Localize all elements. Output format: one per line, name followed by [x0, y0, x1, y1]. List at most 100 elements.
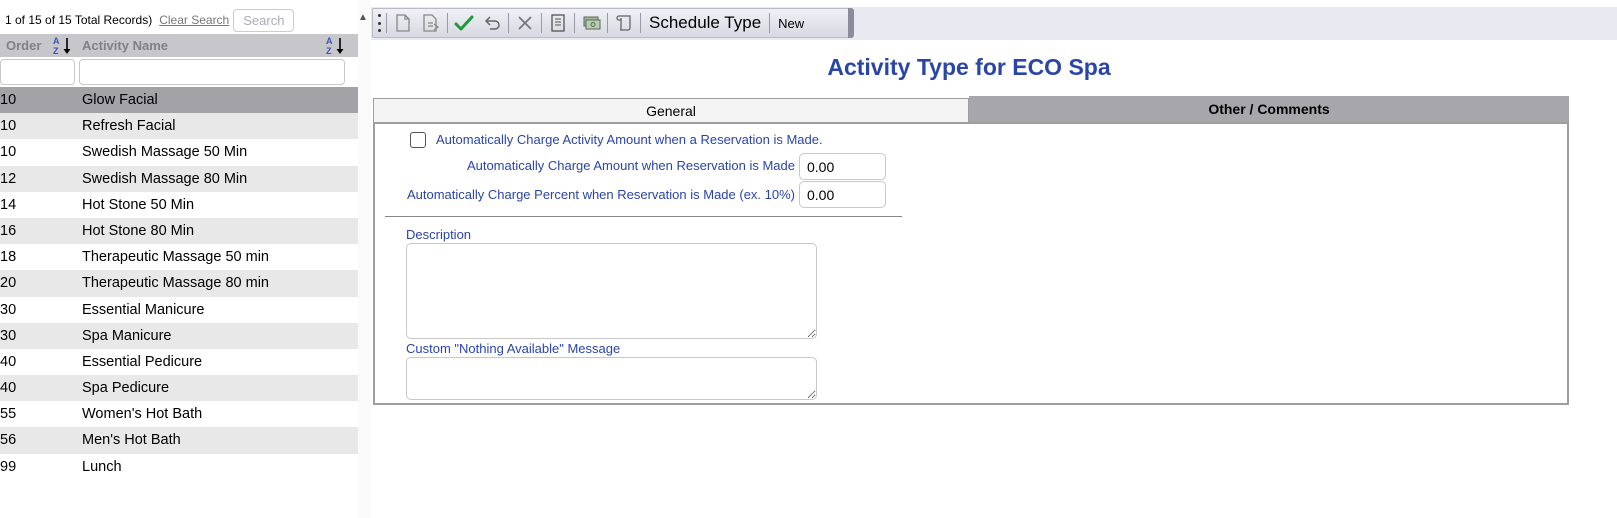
toolbar-end-cap: [848, 8, 854, 38]
row-order: 16: [0, 222, 17, 239]
page-title: Activity Type for ECO Spa: [827, 54, 1111, 80]
copy-document-button[interactable]: [417, 10, 445, 36]
table-row[interactable]: 18 Therapeutic Massage 50 min: [0, 244, 358, 270]
table-row[interactable]: 16 Hot Stone 80 Min: [0, 217, 358, 245]
toolbar: Schedule Type New: [372, 8, 850, 38]
order-filter-input[interactable]: [0, 59, 75, 85]
scroll-button[interactable]: [610, 10, 638, 36]
row-activity-name: Refresh Facial: [82, 118, 176, 135]
row-activity-name: Hot Stone 80 Min: [82, 222, 195, 239]
record-count: 1 of 15 of 15 Total Records): [5, 13, 153, 27]
toolbar-separator: [769, 13, 771, 33]
toolbar-separator: [508, 13, 509, 33]
row-order: 18: [0, 249, 17, 266]
toolbar-separator: [541, 13, 542, 33]
activity-list-panel: 1 of 15 of 15 Total Records) Clear Searc…: [0, 0, 358, 518]
row-order: 10: [0, 144, 17, 161]
table-row[interactable]: 56 Men's Hot Bath: [0, 427, 358, 454]
svg-text:A: A: [326, 36, 333, 46]
app-root: 1 of 15 of 15 Total Records) Clear Searc…: [0, 0, 1617, 518]
row-order: 30: [0, 301, 17, 318]
table-row[interactable]: 20 Therapeutic Massage 80 min: [0, 270, 358, 297]
description-textarea[interactable]: [406, 243, 817, 339]
detail-panel: Schedule Type New Activity Type for ECO …: [371, 0, 1617, 518]
grid-header: Order A Z Activity Name A Z: [0, 34, 358, 57]
copy-document-icon: [423, 14, 439, 32]
row-order: 40: [0, 353, 17, 370]
table-row[interactable]: 30 Spa Manicure: [0, 322, 358, 349]
new-button[interactable]: New: [772, 16, 810, 31]
auto-amount-field[interactable]: [799, 153, 886, 180]
row-activity-name: Swedish Massage 80 Min: [82, 170, 248, 187]
row-order: 10: [0, 92, 17, 108]
table-row[interactable]: 10 Refresh Facial: [0, 113, 358, 140]
panel-divider[interactable]: [358, 0, 371, 518]
row-activity-name: Swedish Massage 50 Min: [82, 144, 248, 161]
svg-text:A: A: [53, 36, 60, 46]
toolbar-separator: [640, 13, 641, 33]
toolbar-separator: [447, 13, 448, 33]
toolbar-separator: [386, 13, 387, 33]
row-activity-name: Lunch: [82, 458, 122, 475]
search-input[interactable]: [233, 8, 295, 32]
row-order: 30: [0, 327, 17, 344]
other-comments-panel: Automatically Charge Activity Amount whe…: [373, 122, 1569, 405]
table-row[interactable]: 40 Spa Pedicure: [0, 375, 358, 402]
row-activity-name: Men's Hot Bath: [82, 432, 181, 449]
table-row[interactable]: 55 Women's Hot Bath: [0, 401, 358, 427]
row-activity-name: Hot Stone 50 Min: [82, 196, 195, 213]
row-order: 14: [0, 196, 17, 213]
auto-charge-checkbox[interactable]: [410, 132, 426, 148]
nothing-available-textarea[interactable]: [406, 357, 817, 400]
activity-name-filter-input[interactable]: [79, 59, 345, 85]
tab-other-comments[interactable]: Other / Comments: [969, 96, 1569, 122]
table-row[interactable]: 14 Hot Stone 50 Min: [0, 192, 358, 218]
row-order: 40: [0, 380, 17, 397]
row-order: 99: [0, 458, 17, 475]
row-order: 20: [0, 275, 17, 292]
auto-amount-label: Automatically Charge Amount when Reserva…: [466, 158, 795, 173]
table-row[interactable]: 12 Swedish Massage 80 Min: [0, 165, 358, 192]
row-order: 12: [0, 170, 17, 187]
undo-button[interactable]: [478, 10, 506, 36]
toolbar-grip-icon[interactable]: [376, 14, 382, 32]
table-row[interactable]: 99 Lunch: [0, 454, 358, 480]
clear-search-link[interactable]: Clear Search: [159, 13, 229, 27]
tab-bar: General Other / Comments: [373, 96, 1569, 122]
auto-percent-field[interactable]: [799, 181, 886, 208]
money-icon: [583, 16, 601, 30]
row-activity-name: Glow Facial: [82, 92, 158, 108]
toolbar-separator: [607, 13, 608, 33]
record-bar: 1 of 15 of 15 Total Records) Clear Searc…: [0, 8, 358, 32]
new-document-button[interactable]: [389, 10, 417, 36]
activity-rows: 10 Glow Facial 10 Refresh Facial 10 Swedish M…: [0, 87, 358, 480]
schedule-type-button[interactable]: Schedule Type: [643, 13, 767, 33]
column-header-activity-name[interactable]: Activity Name: [82, 38, 168, 53]
report-icon: [551, 14, 565, 32]
description-label: Description: [406, 227, 472, 242]
row-activity-name: Spa Manicure: [82, 327, 172, 344]
filter-row: [0, 58, 358, 86]
table-row[interactable]: 10 Swedish Massage 50 Min: [0, 139, 358, 165]
svg-text:Z: Z: [53, 46, 59, 56]
report-button[interactable]: [544, 10, 572, 36]
tab-general[interactable]: General: [373, 98, 969, 122]
table-row[interactable]: 30 Essential Manicure: [0, 297, 358, 323]
delete-button[interactable]: [511, 10, 539, 36]
toolbar-separator: [574, 13, 575, 33]
table-row[interactable]: 40 Essential Pedicure: [0, 349, 358, 375]
money-button[interactable]: [577, 10, 605, 36]
sort-az-icon[interactable]: A Z: [52, 35, 72, 56]
new-document-icon: [396, 14, 410, 32]
section-divider: [385, 216, 902, 217]
row-activity-name: Essential Pedicure: [82, 353, 203, 370]
row-activity-name: Therapeutic Massage 50 min: [82, 249, 269, 266]
auto-charge-checkbox-label: Automatically Charge Activity Amount whe…: [436, 132, 823, 147]
row-order: 56: [0, 432, 17, 449]
table-row[interactable]: 10 Glow Facial: [0, 87, 358, 114]
column-header-order[interactable]: Order: [6, 38, 41, 53]
row-activity-name: Essential Manicure: [82, 301, 205, 318]
sort-az-icon[interactable]: A Z: [325, 35, 345, 56]
scroll-up-arrow-icon[interactable]: ▲: [358, 12, 368, 23]
save-button[interactable]: [450, 10, 478, 36]
